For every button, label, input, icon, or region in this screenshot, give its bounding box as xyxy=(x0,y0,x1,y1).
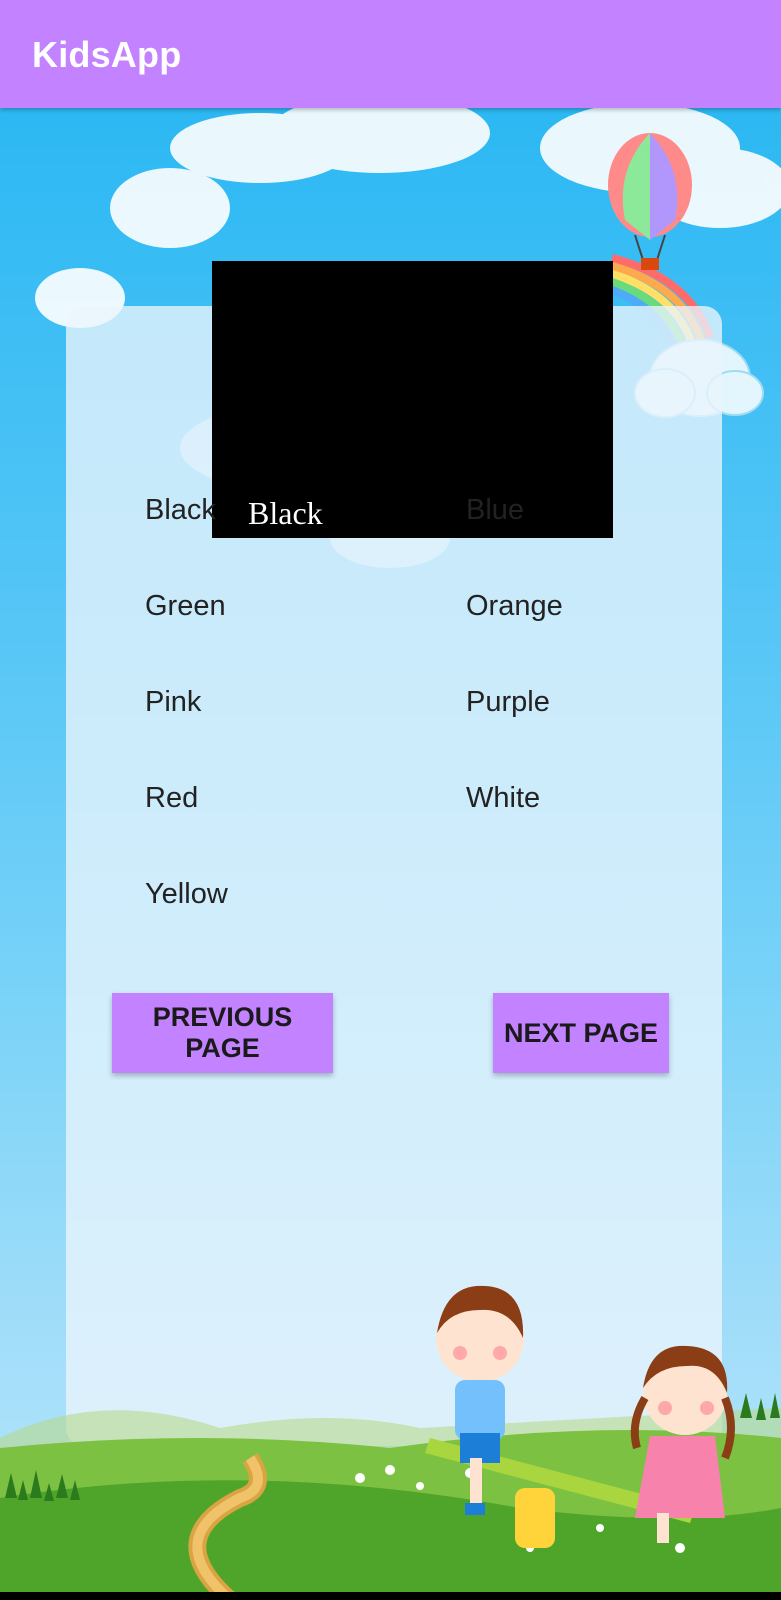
color-word-red[interactable]: Red xyxy=(145,782,198,815)
color-word-white[interactable]: White xyxy=(466,782,540,815)
previous-page-button[interactable]: PREVIOUS PAGE xyxy=(112,993,333,1073)
color-word-pink[interactable]: Pink xyxy=(145,686,201,719)
next-page-button[interactable]: NEXT PAGE xyxy=(493,993,669,1073)
color-word-black[interactable]: Black xyxy=(145,494,216,527)
kids-seesaw-illustration xyxy=(425,1285,735,1548)
color-word-green[interactable]: Green xyxy=(145,590,226,623)
app-bar: KidsApp xyxy=(0,0,781,108)
app-title: KidsApp xyxy=(32,34,182,75)
system-nav-bar xyxy=(0,1592,781,1600)
color-word-blue[interactable]: Blue xyxy=(466,494,524,527)
color-card: Black xyxy=(212,261,613,538)
color-word-orange[interactable]: Orange xyxy=(466,590,563,623)
color-word-yellow[interactable]: Yellow xyxy=(145,878,228,911)
background-scene: Black xyxy=(0,108,781,1600)
color-card-label: Black xyxy=(248,495,323,531)
color-word-purple[interactable]: Purple xyxy=(466,686,550,719)
